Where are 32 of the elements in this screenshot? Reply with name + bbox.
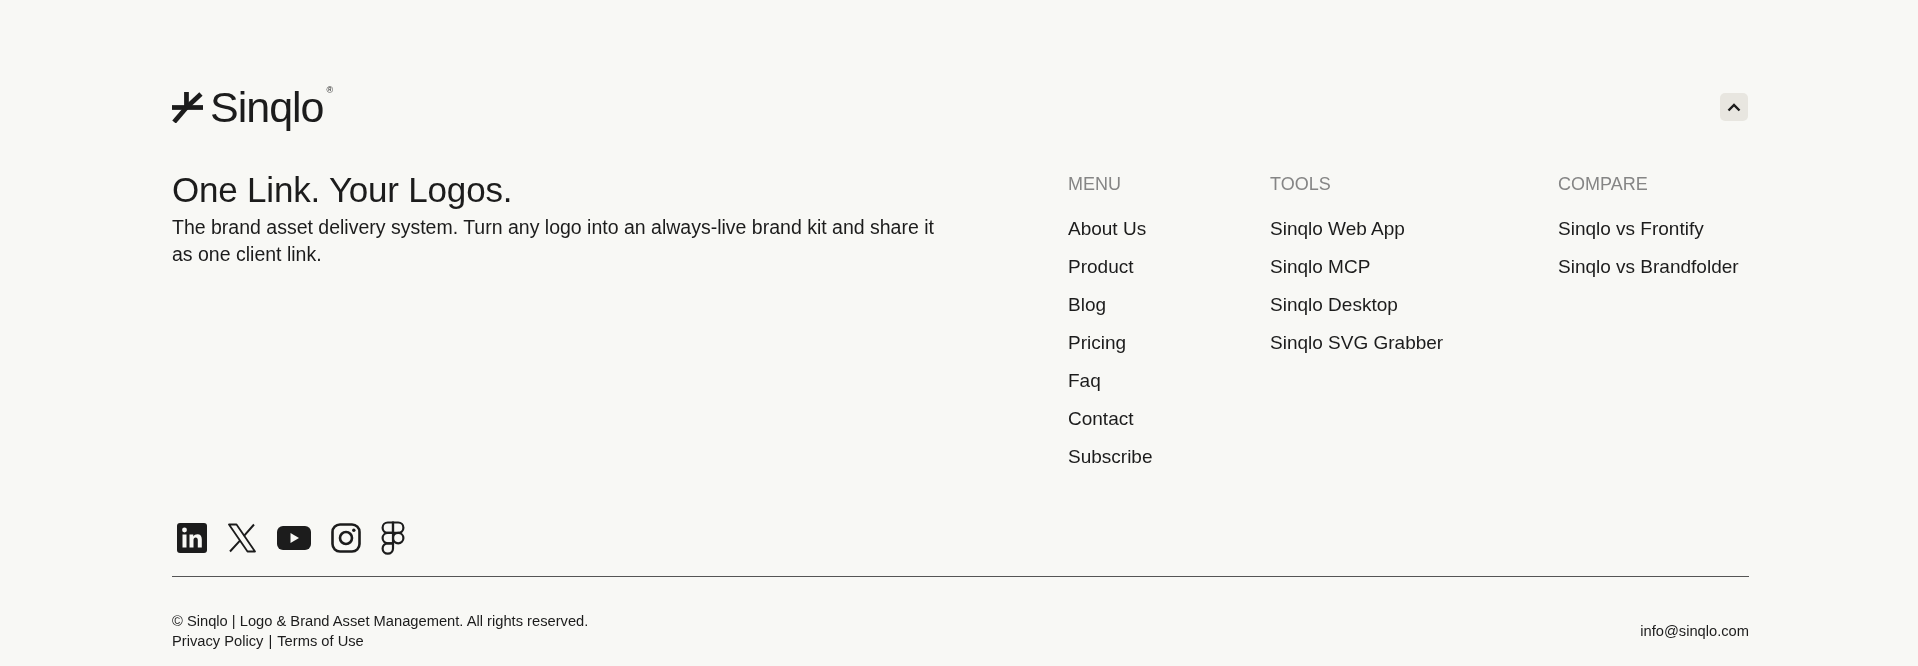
brand-logo[interactable]: Sinqlo$^{®}$ xyxy=(172,84,334,130)
separator: | xyxy=(268,632,273,651)
footer-link[interactable]: Subscribe xyxy=(1068,445,1153,469)
linkedin-icon[interactable] xyxy=(177,523,207,553)
headline: One Link. Your Logos. xyxy=(172,170,514,210)
footer-link[interactable]: Faq xyxy=(1068,369,1101,393)
legal-link[interactable]: Privacy Policy xyxy=(172,631,264,651)
footer-link[interactable]: Sinqlo MCP xyxy=(1270,255,1371,279)
footer-link[interactable]: Sinqlo vs Frontify xyxy=(1558,217,1704,241)
description: The brand asset delivery system. Turn any logo into an always-live brand kit and share it as one client link. xyxy=(172,215,935,267)
footer-link[interactable]: Product xyxy=(1068,255,1134,279)
footer-link[interactable]: Sinqlo Desktop xyxy=(1270,293,1398,317)
footer-link[interactable]: Sinqlo SVG Grabber xyxy=(1270,331,1444,355)
footer-link[interactable]: About Us xyxy=(1068,217,1147,241)
email-link[interactable]: info@sinqlo.com xyxy=(1640,621,1749,641)
x-logo-icon[interactable] xyxy=(227,523,257,553)
back-to-top-button[interactable] xyxy=(1720,93,1748,121)
footer-link[interactable]: Sinqlo Web App xyxy=(1270,217,1405,241)
youtube-icon[interactable] xyxy=(277,526,311,550)
column-heading: TOOLS xyxy=(1270,173,1332,195)
asterisk-logo-icon xyxy=(172,91,203,123)
footer-link[interactable]: Sinqlo vs Brandfolder xyxy=(1558,255,1739,279)
chevron-up-icon xyxy=(1727,102,1741,112)
instagram-icon[interactable] xyxy=(331,523,361,553)
column-heading: COMPARE xyxy=(1558,173,1649,195)
footer-link[interactable]: Blog xyxy=(1068,293,1107,317)
column-heading: MENU xyxy=(1068,173,1122,195)
footer-link[interactable]: Contact xyxy=(1068,407,1134,431)
footer-link[interactable]: Pricing xyxy=(1068,331,1127,355)
figma-icon[interactable] xyxy=(381,521,405,555)
copyright-text: © Sinqlo | Logo & Brand Asset Management. All rights reserved. xyxy=(172,612,589,631)
legal-link[interactable]: Terms of Use xyxy=(277,631,364,651)
